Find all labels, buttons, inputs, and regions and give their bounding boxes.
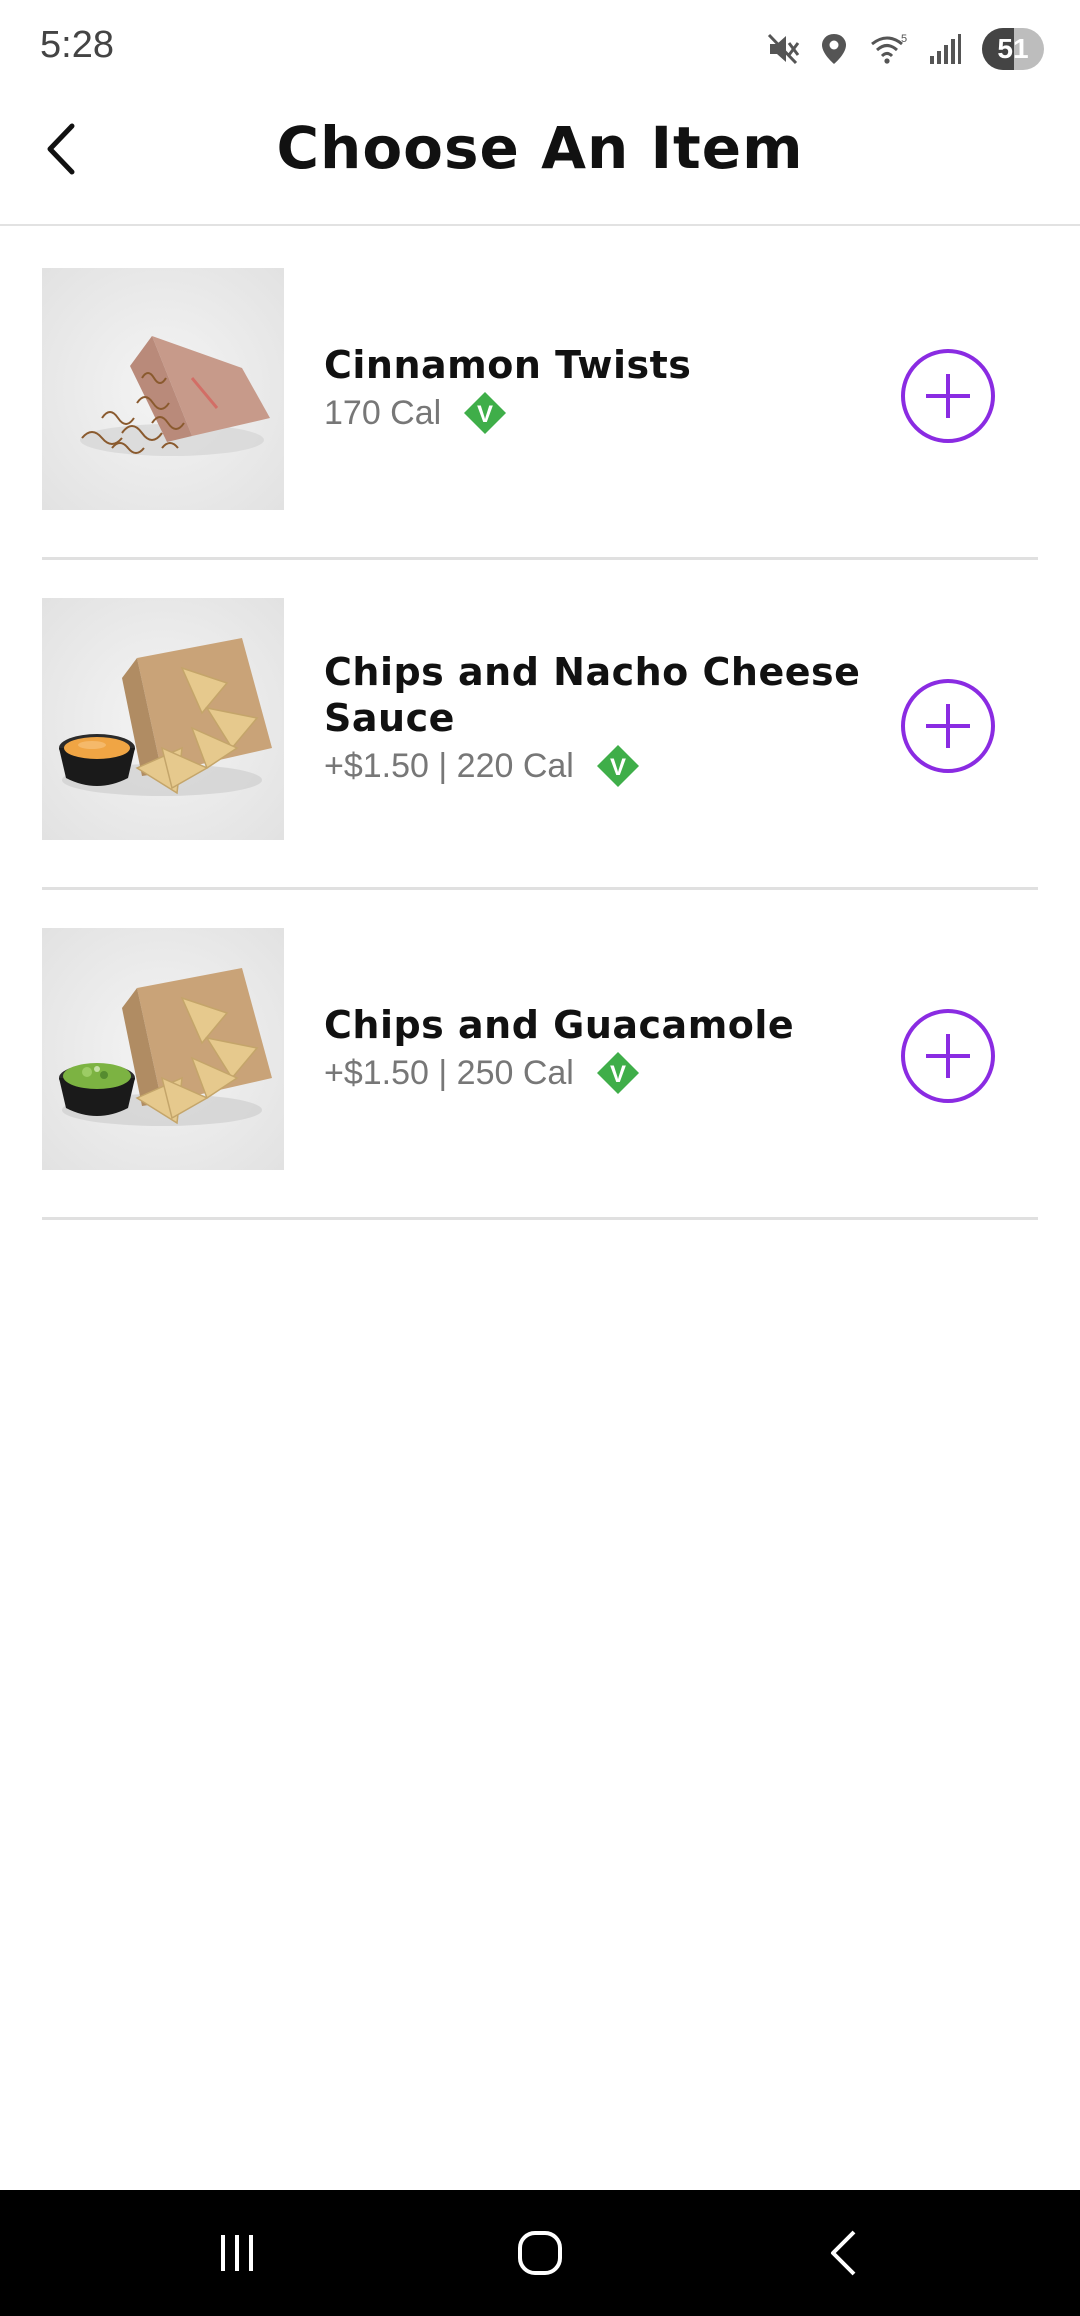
item-list: Cinnamon Twists 170 Cal V Chips and Nach…: [42, 230, 1038, 1220]
system-nav-bar: [0, 2190, 1080, 2316]
vegetarian-icon: V: [596, 1051, 639, 1094]
vegetarian-icon: V: [596, 744, 639, 787]
page-title: Choose An Item: [276, 114, 804, 182]
battery-level: 51: [997, 33, 1029, 64]
item-name: Chips and Nacho Cheese Sauce: [324, 649, 861, 740]
vegetarian-icon: V: [464, 391, 507, 434]
recent-apps-button[interactable]: [200, 2222, 274, 2284]
status-bar: 5:28 5 51: [0, 0, 1080, 96]
svg-text:V: V: [610, 754, 626, 781]
item-meta: +$1.50 | 220 Cal V: [324, 743, 884, 789]
add-button[interactable]: [900, 348, 996, 444]
back-icon: [831, 2230, 856, 2276]
add-button[interactable]: [900, 678, 996, 774]
item-meta: 170 Cal V: [324, 390, 884, 436]
list-item[interactable]: Chips and Nacho Cheese Sauce +$1.50 | 22…: [42, 560, 1038, 890]
mute-icon: [767, 33, 800, 65]
cinnamon-twists-image: [42, 268, 284, 510]
system-back-button[interactable]: [806, 2220, 880, 2286]
svg-text:V: V: [610, 1061, 626, 1088]
item-meta: +$1.50 | 250 Cal V: [324, 1050, 884, 1096]
status-icons: 5 51: [766, 26, 1044, 72]
item-name: Chips and Guacamole: [324, 1002, 795, 1047]
wifi-icon: 5: [871, 33, 907, 64]
item-calories: 170 Cal: [324, 393, 442, 432]
status-time: 5:28: [40, 24, 114, 66]
svg-text:V: V: [477, 401, 493, 428]
list-item[interactable]: Chips and Guacamole +$1.50 | 250 Cal V: [42, 890, 1038, 1220]
signal-icon: [930, 34, 961, 64]
plus-circle-icon: [901, 349, 995, 443]
svg-text:5: 5: [901, 33, 907, 45]
list-item[interactable]: Cinnamon Twists 170 Cal V: [42, 230, 1038, 560]
item-info: Cinnamon Twists 170 Cal V: [324, 230, 884, 557]
item-price-calories: +$1.50 | 250 Cal: [324, 1053, 574, 1092]
chips-guacamole-image: [42, 928, 284, 1170]
item-name: Cinnamon Twists: [324, 342, 692, 387]
item-info: Chips and Nacho Cheese Sauce +$1.50 | 22…: [324, 560, 884, 887]
add-button[interactable]: [900, 1008, 996, 1104]
header: Choose An Item: [0, 96, 1080, 226]
home-button[interactable]: [500, 2220, 580, 2286]
item-info: Chips and Guacamole +$1.50 | 250 Cal V: [324, 890, 884, 1217]
item-price-calories: +$1.50 | 220 Cal: [324, 746, 574, 785]
chips-nacho-cheese-image: [42, 598, 284, 840]
home-icon: [518, 2231, 562, 2275]
location-icon: [822, 34, 846, 64]
plus-circle-icon: [901, 1009, 995, 1103]
battery-icon: 51: [982, 28, 1044, 70]
plus-circle-icon: [901, 679, 995, 773]
recent-apps-icon: [221, 2235, 253, 2271]
